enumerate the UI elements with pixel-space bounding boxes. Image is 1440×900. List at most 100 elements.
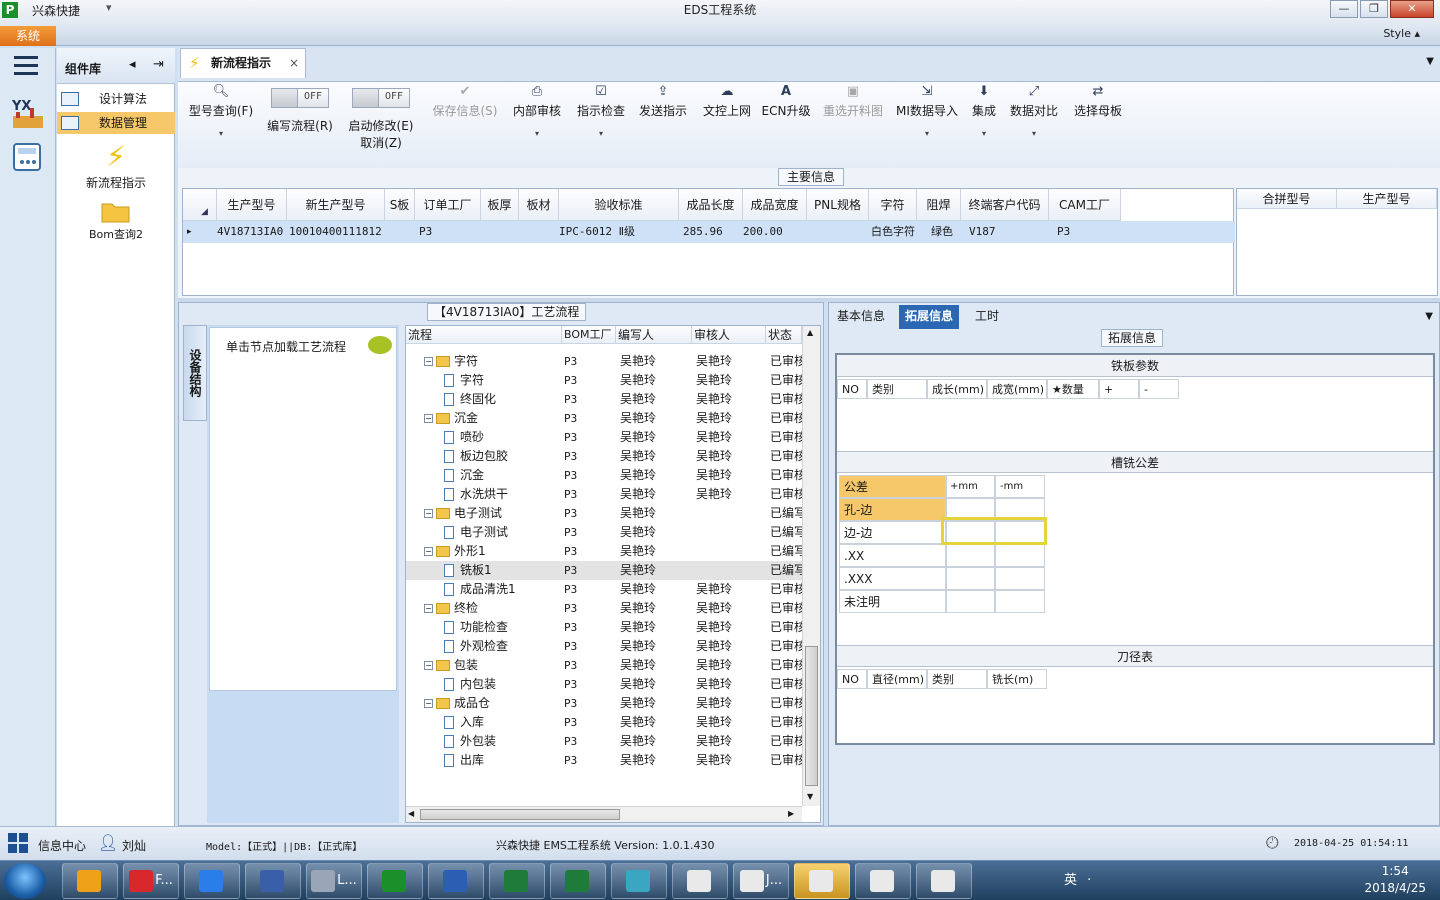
col-header[interactable]: CAM工厂 bbox=[1049, 189, 1121, 221]
taskbar-app-button[interactable] bbox=[550, 863, 606, 899]
horizontal-scrollbar[interactable]: ◀ ▶ bbox=[406, 806, 802, 822]
tree-folder-row[interactable]: − 字符 P3 吴艳玲 吴艳玲 已审核 bbox=[406, 352, 802, 371]
minimize-button[interactable]: — bbox=[1330, 0, 1358, 18]
send-instruction-button[interactable]: ⇪ 发送指示 bbox=[634, 82, 692, 168]
calculator-icon[interactable] bbox=[10, 140, 46, 176]
tolerance-minus-cell[interactable] bbox=[995, 567, 1045, 590]
col-header[interactable]: ★数量 bbox=[1047, 379, 1099, 399]
close-button[interactable]: ✕ bbox=[1390, 0, 1434, 18]
toggle-switch[interactable]: OFF bbox=[352, 88, 410, 108]
tree-folder-row[interactable]: − 包装 P3 吴艳玲 吴艳玲 已审核 bbox=[406, 656, 802, 675]
collapse-toggle-icon[interactable]: − bbox=[424, 547, 433, 556]
tree-folder-row[interactable]: − 电子测试 P3 吴艳玲 已编写 bbox=[406, 504, 802, 523]
taskbar-app-button[interactable] bbox=[916, 863, 972, 899]
col-header[interactable]: S板 bbox=[385, 189, 415, 221]
tree-item-row[interactable]: 外观检查 P3 吴艳玲 吴艳玲 已审核 bbox=[406, 637, 802, 656]
reselect-cutting-button[interactable]: ▣ 重选开料图 bbox=[818, 82, 888, 168]
taskbar-app-button[interactable] bbox=[611, 863, 667, 899]
col-header[interactable]: 审核人 bbox=[692, 326, 766, 344]
system-menu-button[interactable]: 系统 bbox=[0, 26, 56, 46]
start-button[interactable] bbox=[4, 863, 46, 899]
tree-item-row[interactable]: 水洗烘干 P3 吴艳玲 吴艳玲 已审核 bbox=[406, 485, 802, 504]
col-header[interactable]: 合拼型号 bbox=[1237, 189, 1337, 209]
taskbar-app-button[interactable] bbox=[245, 863, 301, 899]
tolerance-plus-cell[interactable] bbox=[945, 567, 995, 590]
tolerance-plus-cell[interactable] bbox=[945, 590, 995, 613]
taskbar-clock[interactable]: 1:54 2018/4/25 bbox=[1364, 863, 1426, 897]
cancel-modify-label[interactable]: 取消(Z) bbox=[342, 134, 420, 151]
col-header[interactable]: 板材 bbox=[519, 189, 559, 221]
taskbar-app-button[interactable]: L... bbox=[306, 863, 362, 899]
vertical-scrollbar[interactable]: ▲ ▼ bbox=[802, 326, 820, 806]
tab-new-process[interactable]: ⚡ 新流程指示 × bbox=[180, 48, 306, 78]
tree-item-row[interactable]: 外包装 P3 吴艳玲 吴艳玲 已审核 bbox=[406, 732, 802, 751]
scroll-left-icon[interactable]: ◀ bbox=[408, 809, 414, 818]
dropdown-arrow-icon[interactable]: ▾ bbox=[182, 129, 260, 138]
scroll-thumb[interactable] bbox=[420, 809, 620, 820]
col-header[interactable]: 成宽(mm) bbox=[987, 379, 1047, 399]
taskbar-app-button[interactable] bbox=[855, 863, 911, 899]
tree-item-row[interactable]: 板边包胶 P3 吴艳玲 吴艳玲 已审核 bbox=[406, 447, 802, 466]
new-process-button[interactable]: ⚡ 新流程指示 bbox=[57, 140, 175, 191]
col-header[interactable]: 阻焊 bbox=[917, 189, 961, 221]
tab-extended-info[interactable]: 拓展信息 bbox=[899, 305, 960, 329]
tree-item-row[interactable]: 成品清洗1 P3 吴艳玲 吴艳玲 已审核 bbox=[406, 580, 802, 599]
tolerance-minus-cell[interactable] bbox=[995, 544, 1045, 567]
pin-icon[interactable]: ⇥ bbox=[153, 57, 164, 72]
dropdown-arrow-icon[interactable]: ▾ bbox=[572, 129, 630, 138]
select-motherboard-button[interactable]: ⇄ 选择母板 bbox=[1070, 82, 1126, 168]
dropdown-arrow-icon[interactable]: ▾ bbox=[508, 129, 566, 138]
tree-item-row[interactable]: 终固化 P3 吴艳玲 吴艳玲 已审核 bbox=[406, 390, 802, 409]
data-compare-button[interactable]: ⤢ 数据对比 ▾ bbox=[1006, 82, 1062, 168]
style-selector[interactable]: Style ▴ bbox=[1383, 27, 1420, 40]
scroll-right-icon[interactable]: ▶ bbox=[788, 809, 794, 818]
tree-item-row[interactable]: 出库 P3 吴艳玲 吴艳玲 已审核 bbox=[406, 751, 802, 770]
collapse-toggle-icon[interactable]: − bbox=[424, 661, 433, 670]
tree-item-row[interactable]: 入库 P3 吴艳玲 吴艳玲 已审核 bbox=[406, 713, 802, 732]
toggle-switch[interactable]: OFF bbox=[271, 88, 329, 108]
collapse-toggle-icon[interactable]: − bbox=[424, 699, 433, 708]
component-item-data-management[interactable]: 数据管理 bbox=[57, 112, 175, 134]
col-header[interactable]: 编写人 bbox=[616, 326, 692, 344]
col-header[interactable]: 状态 bbox=[766, 326, 802, 344]
integrate-button[interactable]: ⬇ 集成 ▾ bbox=[966, 82, 1002, 168]
tab-list-dropdown-icon[interactable]: ▼ bbox=[1426, 56, 1434, 67]
dropdown-arrow-icon[interactable]: ▾ bbox=[890, 129, 964, 138]
hamburger-menu-icon[interactable] bbox=[14, 56, 38, 76]
tree-item-row[interactable]: 喷砂 P3 吴艳玲 吴艳玲 已审核 bbox=[406, 428, 802, 447]
tolerance-minus-cell[interactable] bbox=[995, 590, 1045, 613]
taskbar-app-button[interactable] bbox=[794, 863, 850, 899]
scroll-down-icon[interactable]: ▼ bbox=[807, 792, 813, 801]
col-header[interactable]: 直径(mm) bbox=[867, 669, 927, 689]
collapse-toggle-icon[interactable]: − bbox=[424, 604, 433, 613]
collapse-toggle-icon[interactable]: − bbox=[424, 414, 433, 423]
col-header[interactable]: 新生产型号 bbox=[287, 189, 385, 221]
yx-factory-icon[interactable]: YX bbox=[10, 96, 46, 132]
bom-query-button[interactable]: Bom查询2 bbox=[57, 196, 175, 242]
doc-online-button[interactable]: ☁ 文控上网 bbox=[698, 82, 756, 168]
col-header[interactable]: NO bbox=[837, 379, 867, 399]
col-header[interactable]: 成长(mm) bbox=[927, 379, 987, 399]
col-header[interactable]: 生产型号 bbox=[217, 189, 287, 221]
taskbar-app-button[interactable] bbox=[184, 863, 240, 899]
taskbar-app-button[interactable] bbox=[367, 863, 423, 899]
col-header[interactable]: PNL规格 bbox=[807, 189, 869, 221]
write-process-toggle[interactable]: OFF 编写流程(R) bbox=[260, 82, 340, 168]
col-header[interactable]: 类别 bbox=[927, 669, 987, 689]
tree-item-row[interactable]: 功能检查 P3 吴艳玲 吴艳玲 已审核 bbox=[406, 618, 802, 637]
table-row[interactable]: ▸ 4V18713IA0 10010400111812 P3 IPC-6012 … bbox=[183, 221, 1235, 243]
col-header[interactable]: NO bbox=[837, 669, 867, 689]
add-row-button[interactable]: + bbox=[1099, 379, 1139, 399]
save-info-button[interactable]: ✔ 保存信息(S) bbox=[428, 82, 502, 168]
remove-row-button[interactable]: - bbox=[1139, 379, 1179, 399]
maximize-button[interactable]: ❐ bbox=[1360, 0, 1388, 18]
model-query-button[interactable]: 🔍︎ 型号查询(F) ▾ bbox=[182, 82, 260, 168]
col-header[interactable]: 验收标准 bbox=[559, 189, 679, 221]
load-process-box[interactable]: 单击节点加载工艺流程 bbox=[209, 327, 397, 691]
scroll-thumb[interactable] bbox=[805, 646, 818, 786]
tolerance-plus-cell[interactable] bbox=[945, 544, 995, 567]
taskbar-app-button[interactable]: J... bbox=[733, 863, 789, 899]
info-center-link[interactable]: 信息中心 bbox=[38, 837, 86, 854]
component-item-design-algo[interactable]: 设计算法 bbox=[57, 88, 175, 110]
col-header[interactable]: 板厚 bbox=[481, 189, 519, 221]
